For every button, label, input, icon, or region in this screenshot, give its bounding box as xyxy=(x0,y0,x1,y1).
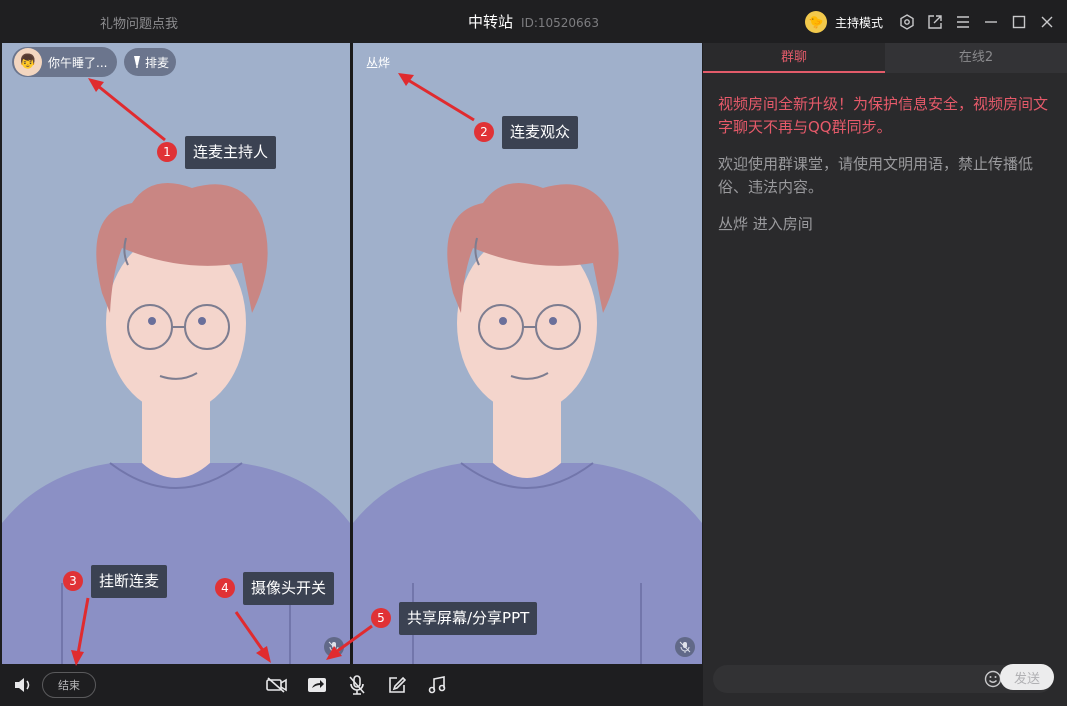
annotation-badge: 5 xyxy=(371,608,391,628)
annotation-badge: 2 xyxy=(474,122,494,142)
annotation-arrows xyxy=(71,73,475,666)
annotation-badge: 1 xyxy=(157,142,177,162)
annotation-label: 共享屏幕/分享PPT xyxy=(399,602,538,635)
annotation-label: 连麦观众 xyxy=(502,116,579,149)
annotation-label: 挂断连麦 xyxy=(91,565,168,598)
annotation-badge: 4 xyxy=(215,578,235,598)
annotation-label: 连麦主持人 xyxy=(185,136,277,169)
annotation-label: 摄像头开关 xyxy=(243,572,335,605)
annotation-badge: 3 xyxy=(63,571,83,591)
